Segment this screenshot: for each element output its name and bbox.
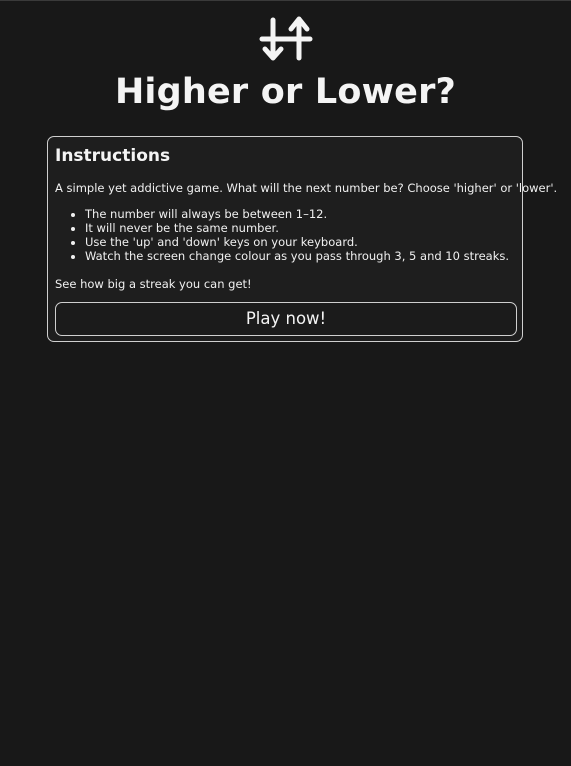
instructions-card: Instructions A simple yet addictive game…	[47, 136, 557, 342]
up-down-arrows-icon	[257, 14, 315, 64]
instructions-outro: See how big a streak you can get!	[55, 277, 252, 291]
instructions-intro: A simple yet addictive game. What will t…	[55, 181, 558, 195]
play-now-button[interactable]: Play now!	[55, 302, 517, 336]
list-item: It will never be the same number.	[85, 221, 509, 235]
list-item: The number will always be between 1–12.	[85, 207, 509, 221]
list-item: Use the 'up' and 'down' keys on your key…	[85, 235, 509, 249]
list-item: Watch the screen change colour as you pa…	[85, 249, 509, 263]
page-title: Higher or Lower?	[114, 72, 457, 112]
instructions-heading: Instructions	[55, 146, 171, 166]
rules-list: The number will always be between 1–12. …	[55, 207, 509, 263]
top-border	[0, 0, 571, 1]
